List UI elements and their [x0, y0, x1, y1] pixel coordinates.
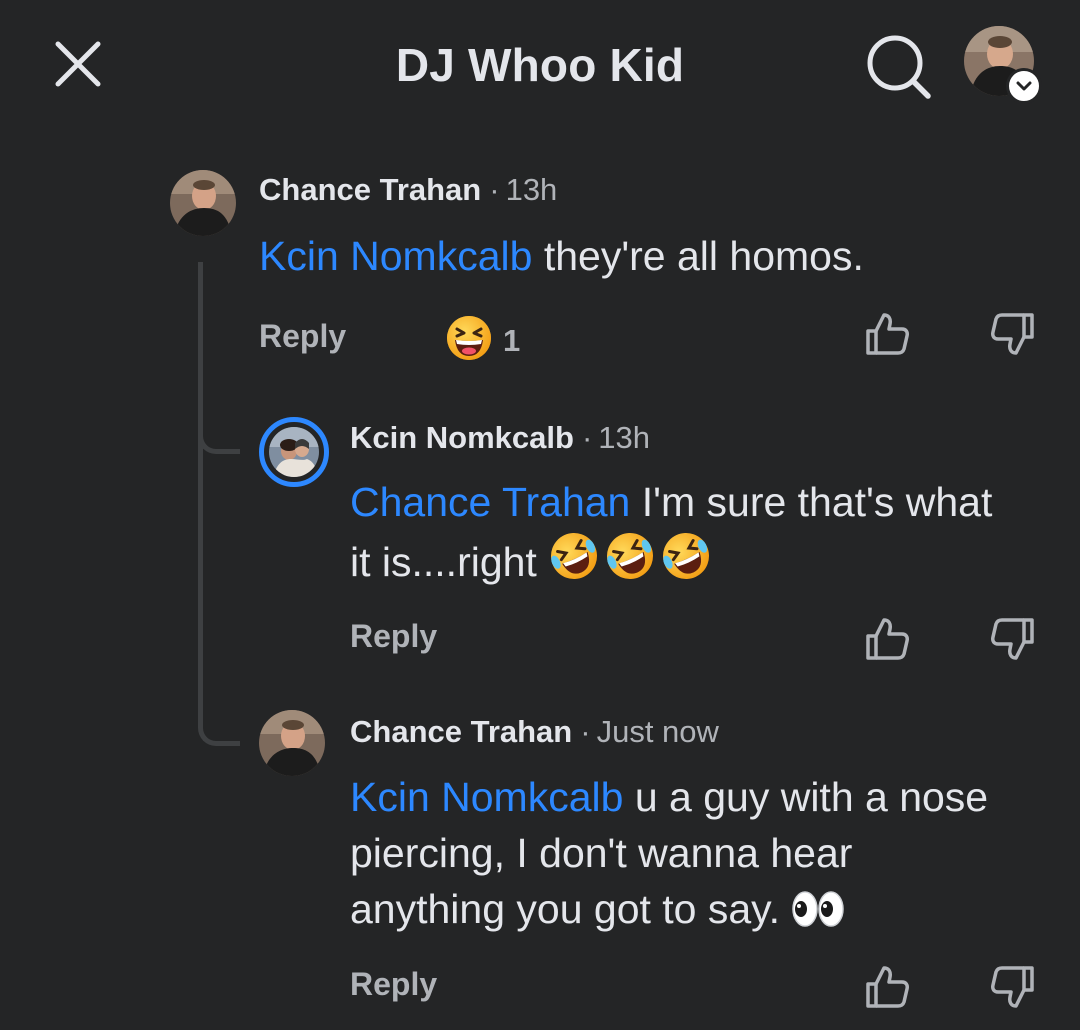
comment-text-content: u a guy with a nose: [623, 774, 989, 820]
comment-text-line: piercing, I don't wanna hear: [350, 830, 853, 876]
thumbs-down-icon[interactable]: [988, 962, 1038, 1012]
comment-meta: Chance Trahan · Just now: [350, 714, 719, 750]
eyes-emoji: [791, 887, 845, 943]
avatar[interactable]: [259, 710, 325, 776]
comments-screen: DJ Whoo Kid Chance Trahan · 13h Kcin Nom…: [0, 0, 1080, 1030]
comment-timestamp[interactable]: Just now: [597, 714, 719, 749]
meta-separator: ·: [580, 714, 591, 749]
thumbs-up-icon[interactable]: [862, 962, 912, 1012]
comment-item: Chance Trahan · Just now Kcin Nomkcalb u a…: [0, 0, 1080, 1030]
mention-link[interactable]: Kcin Nomkcalb: [350, 774, 623, 820]
comment-text: Kcin Nomkcalb u a guy with a nose pierci…: [350, 769, 1060, 943]
comment-text-line: Kcin Nomkcalb u a guy with a nose: [350, 769, 1060, 825]
reply-button[interactable]: Reply: [350, 966, 437, 1003]
comment-text-line: anything you got to say.: [350, 881, 1060, 943]
comment-text-content: anything you got to say.: [350, 886, 792, 932]
comment-author[interactable]: Chance Trahan: [350, 714, 572, 749]
